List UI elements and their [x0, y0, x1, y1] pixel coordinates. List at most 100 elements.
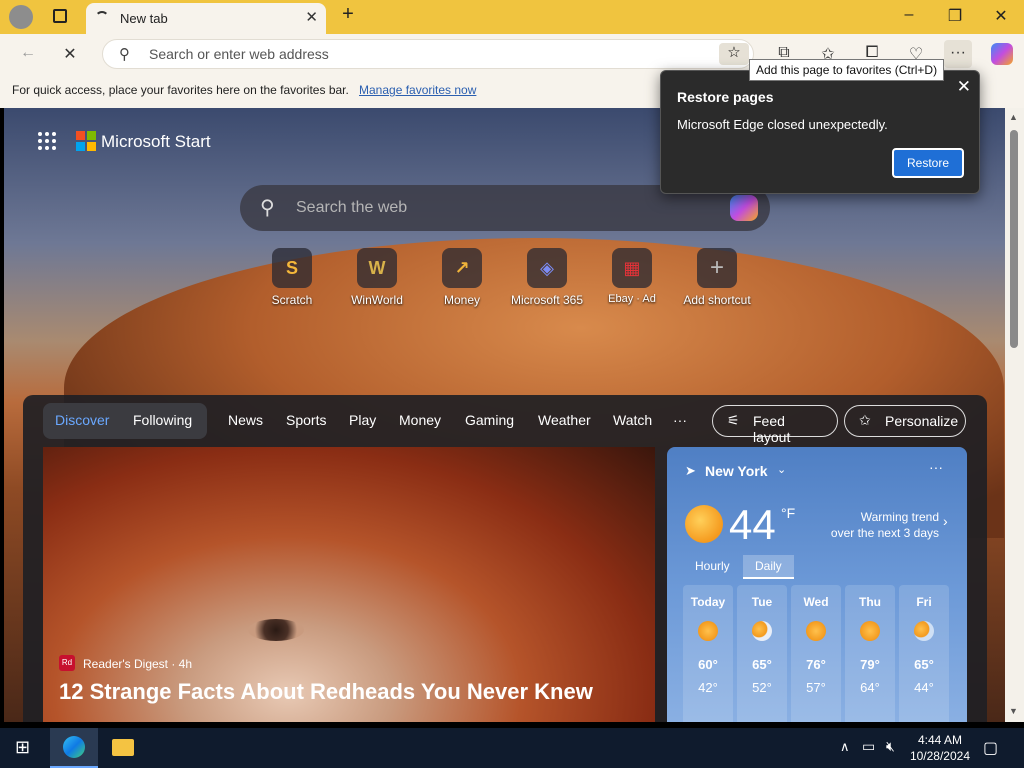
network-icon[interactable]: ▭ [862, 738, 875, 755]
tab-daily[interactable]: Daily [743, 555, 794, 579]
tab-new-tab[interactable]: New tab ✕ [86, 3, 326, 34]
more-options-icon[interactable]: ··· [944, 40, 972, 68]
shortcut-winworld[interactable]: W WinWorld [335, 248, 419, 307]
personalize-button[interactable]: ✩ Personalize [844, 405, 966, 437]
close-icon[interactable]: ✕ [957, 77, 971, 97]
shortcut-label: Microsoft 365 [510, 293, 584, 307]
forecast-day[interactable]: Thu 79° 64° [845, 585, 895, 722]
news-feed: Discover Following News Sports Play Mone… [23, 395, 987, 722]
minimize-button[interactable]: – [894, 6, 924, 24]
scroll-up-icon[interactable]: ▲ [1009, 112, 1018, 122]
popup-title: Restore pages [677, 89, 774, 105]
search-icon: ⚲ [119, 46, 130, 63]
ebay-icon: ▦ [612, 248, 652, 288]
edge-taskbar-icon[interactable] [50, 728, 98, 768]
microsoft-365-icon: ◈ [527, 248, 567, 288]
show-hidden-icons-icon[interactable]: ∧ [840, 739, 850, 755]
title-bar: New tab ✕ + – ❐ ✕ [0, 0, 1024, 34]
shortcut-label: WinWorld [351, 293, 403, 307]
forecast-day[interactable]: Tue 65° 52° [737, 585, 787, 722]
web-search-input[interactable] [296, 199, 716, 217]
forecast-day[interactable]: Today 60° 42° [683, 585, 733, 722]
tab-news[interactable]: News [228, 412, 263, 428]
page-scrollbar[interactable]: ▲ ▼ [1005, 108, 1024, 722]
tab-gaming[interactable]: Gaming [465, 412, 514, 428]
winworld-icon: W [357, 248, 397, 288]
copilot-icon[interactable] [991, 43, 1013, 65]
edge-icon [63, 736, 85, 758]
weather-location[interactable]: New York [705, 463, 768, 479]
chevron-right-icon[interactable]: › [943, 513, 948, 529]
restore-button[interactable]: Restore [892, 148, 964, 178]
weather-more-icon[interactable]: ··· [929, 459, 943, 475]
day-name: Fri [916, 595, 932, 609]
stop-loading-icon[interactable]: ✕ [56, 44, 84, 64]
notifications-icon[interactable]: ▢ [983, 738, 998, 758]
back-icon[interactable]: ← [14, 44, 42, 62]
copilot-icon[interactable] [730, 195, 758, 221]
feed-layout-label: Feed layout [753, 413, 791, 445]
volume-muted-icon[interactable]: 🔇︎ [886, 738, 895, 755]
favorite-star-icon[interactable]: ☆ [719, 43, 749, 65]
clock[interactable]: 4:44 AM 10/28/2024 [910, 732, 970, 764]
day-high: 79° [860, 657, 880, 672]
manage-favorites-link[interactable]: Manage favorites now [359, 83, 476, 97]
maximize-button[interactable]: ❐ [940, 6, 970, 26]
close-tab-icon[interactable]: ✕ [305, 8, 318, 26]
close-window-button[interactable]: ✕ [986, 6, 1016, 26]
day-name: Tue [751, 595, 773, 609]
shortcut-ebay[interactable]: ▦ Ebay · Ad [590, 248, 674, 305]
microsoft-logo [76, 131, 96, 151]
scroll-down-icon[interactable]: ▼ [1009, 706, 1018, 716]
sliders-icon: ⚟ [727, 412, 740, 428]
forecast-day[interactable]: Fri 65° 44° [899, 585, 949, 722]
tab-discover[interactable]: Discover [55, 412, 109, 428]
partly-sunny-icon [806, 621, 826, 641]
sunny-icon [685, 505, 723, 543]
scrollbar-thumb[interactable] [1010, 130, 1018, 348]
tab-play[interactable]: Play [349, 412, 376, 428]
address-bar[interactable]: ⚲ ☆ [102, 39, 754, 69]
windows-start-icon[interactable]: ⊞ [15, 737, 30, 758]
partly-sunny-icon [860, 621, 880, 641]
rain-sun-icon [914, 621, 934, 641]
tab-sports[interactable]: Sports [286, 412, 326, 428]
current-temperature: 44 [729, 501, 776, 548]
weather-trend[interactable]: Warming trend over the next 3 days [827, 509, 939, 541]
day-low: 64° [860, 680, 880, 695]
chevron-down-icon[interactable]: ⌄ [777, 463, 786, 476]
money-icon: ↗ [442, 248, 482, 288]
favorites-tooltip: Add this page to favorites (Ctrl+D) [749, 59, 945, 81]
personalize-label: Personalize [885, 413, 959, 429]
taskbar-date: 10/28/2024 [909, 749, 970, 763]
tab-money[interactable]: Money [399, 412, 441, 428]
taskbar-time: 4:44 AM [917, 733, 962, 747]
feed-layout-button[interactable]: ⚟ Feed layout [712, 405, 838, 445]
temperature-unit[interactable]: °F [781, 505, 795, 521]
weather-card[interactable]: ➤ New York ⌄ ··· 44 °F Warming trend ove… [667, 447, 967, 722]
shortcut-money[interactable]: ↗ Money [420, 248, 504, 307]
tab-weather[interactable]: Weather [538, 412, 591, 428]
tab-actions-icon[interactable] [53, 9, 67, 23]
shortcut-scratch[interactable]: S Scratch [250, 248, 334, 307]
day-low: 57° [806, 680, 826, 695]
sunny-icon [698, 621, 718, 641]
tab-hourly[interactable]: Hourly [683, 555, 742, 579]
sparkle-star-icon: ✩ [859, 412, 871, 428]
shortcut-add[interactable]: + Add shortcut [675, 248, 759, 307]
article-headline[interactable]: 12 Strange Facts About Redheads You Neve… [59, 679, 593, 705]
new-tab-button[interactable]: + [333, 3, 363, 26]
hero-article-card[interactable]: Rd Reader's Digest · 4h 12 Strange Facts… [43, 447, 655, 722]
address-input[interactable] [149, 45, 709, 63]
profile-icon[interactable] [9, 5, 33, 29]
taskbar: ⊞ ∧ ▭ 🔇︎ 4:44 AM 10/28/2024 ▢ [0, 728, 1024, 768]
tab-following[interactable]: Following [133, 412, 192, 428]
day-name: Wed [803, 595, 829, 609]
forecast-day[interactable]: Wed 76° 57° [791, 585, 841, 722]
brand-name: Microsoft Start [101, 132, 211, 151]
more-tabs-icon[interactable]: ··· [673, 412, 687, 428]
tab-watch[interactable]: Watch [613, 412, 652, 428]
file-explorer-icon[interactable] [112, 739, 134, 756]
source-logo: Rd [59, 655, 75, 671]
shortcut-microsoft-365[interactable]: ◈ Microsoft 365 [505, 248, 589, 307]
